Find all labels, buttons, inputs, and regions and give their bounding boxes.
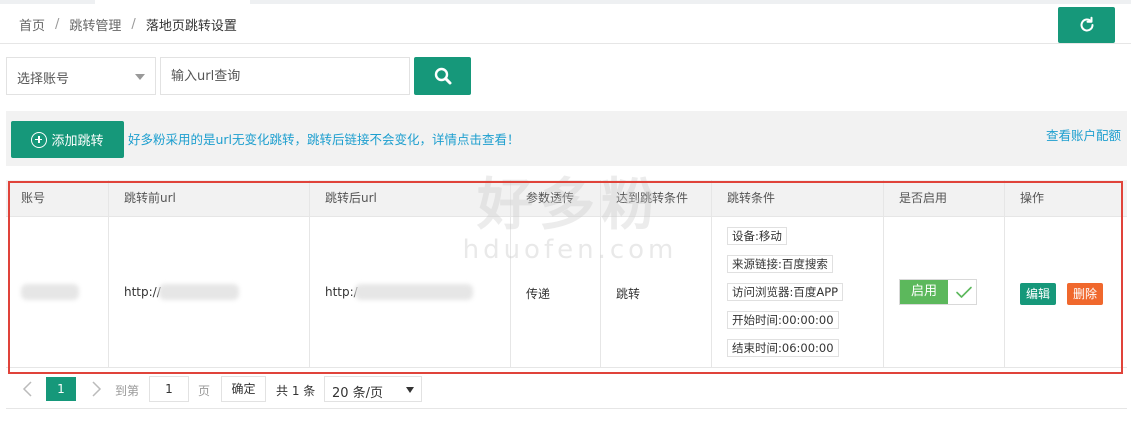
enabled-toggle[interactable]: 启用 <box>899 279 977 305</box>
page-size-select[interactable]: 20 条/页 <box>324 376 422 402</box>
goto-label: 到第 <box>115 384 140 398</box>
action-toolbar: 添加跳转 好多粉采用的是url无变化跳转，跳转后链接不会变化，详情点击查看！ 查… <box>6 111 1127 166</box>
total-count: 共 1 条 <box>276 384 316 398</box>
plus-circle-icon <box>31 131 48 148</box>
pagination: 1 到第 页 确定 共 1 条 20 条/页 <box>6 373 1127 409</box>
chevron-down-icon <box>135 74 145 80</box>
page-size-value: 20 条/页 <box>332 386 384 401</box>
search-button[interactable] <box>414 57 471 95</box>
cell-trigger: 跳转 <box>601 217 712 368</box>
column-header-enabled: 是否启用 <box>884 180 1005 217</box>
account-select[interactable]: 选择账号 <box>6 57 156 95</box>
goto-page-input[interactable] <box>149 376 189 402</box>
condition-tag: 访问浏览器:百度APP <box>727 283 844 301</box>
trigger-value: 跳转 <box>616 287 641 301</box>
cell-actions: 编辑 删除 <box>1005 217 1127 368</box>
column-header-trigger: 达到跳转条件 <box>601 180 712 217</box>
condition-tag: 设备:移动 <box>727 227 787 245</box>
add-redirect-button[interactable]: 添加跳转 <box>11 121 124 158</box>
column-header-actions: 操作 <box>1020 191 1045 205</box>
breadcrumb: 首页 / 跳转管理 / 落地页跳转设置 <box>19 14 237 34</box>
column-header-account: 账号 <box>6 180 109 217</box>
cell-after-url: http:/ <box>310 217 511 368</box>
condition-tag: 结束时间:06:00:00 <box>727 339 839 357</box>
after-url-value: http:/ <box>325 285 358 299</box>
search-icon <box>434 67 451 85</box>
view-quota-link[interactable]: 查看账户配额 <box>1046 125 1121 144</box>
enabled-toggle-label: 启用 <box>900 280 948 304</box>
top-tab-strip <box>0 0 1131 4</box>
before-url-value: http:// <box>124 285 161 299</box>
column-header-param-pass: 参数透传 <box>511 180 601 217</box>
column-header-conditions: 跳转条件 <box>712 180 884 217</box>
redirect-table: 账号 跳转前url 跳转后url 参数透传 达到跳转条件 跳转条件 是否启用 操… <box>6 180 1127 370</box>
info-notice-link[interactable]: 好多粉采用的是url无变化跳转，跳转后链接不会变化，详情点击查看！ <box>128 129 520 148</box>
add-redirect-label: 添加跳转 <box>51 134 104 149</box>
breadcrumb-current: 落地页跳转设置 <box>145 18 237 34</box>
cell-enabled: 启用 <box>884 217 1005 368</box>
edit-button[interactable]: 编辑 <box>1020 283 1057 305</box>
cell-conditions: 设备:移动 来源链接:百度搜索 访问浏览器:百度APP 开始时间:00:00:0… <box>712 217 884 368</box>
page-label: 页 <box>198 384 211 398</box>
breadcrumb-separator: / <box>55 16 60 32</box>
breadcrumb-home[interactable]: 首页 <box>19 15 45 34</box>
refresh-icon <box>1080 16 1093 32</box>
delete-button[interactable]: 删除 <box>1067 283 1104 305</box>
table-header: 账号 跳转前url 跳转后url 参数透传 达到跳转条件 跳转条件 是否启用 操… <box>6 180 1127 217</box>
cell-before-url: http:// <box>109 217 310 368</box>
cell-param-pass: 传递 <box>511 217 601 368</box>
table-row: http:// http:/ 传递 跳转 设备:移动 来源链接:百度搜索 访问浏… <box>6 217 1127 368</box>
refresh-button[interactable] <box>1058 7 1115 43</box>
condition-tag: 来源链接:百度搜索 <box>727 255 833 273</box>
chevron-right-icon[interactable] <box>88 379 104 399</box>
header-divider <box>0 43 1131 44</box>
goto-confirm-button[interactable]: 确定 <box>221 376 266 402</box>
breadcrumb-separator: / <box>131 16 136 32</box>
column-header-after-url: 跳转后url <box>310 180 511 217</box>
param-pass-value: 传递 <box>526 287 551 301</box>
chevron-down-icon <box>406 387 414 393</box>
active-tab-ghost <box>95 0 250 4</box>
redacted-before-url <box>159 284 239 300</box>
column-header-before-url: 跳转前url <box>109 180 310 217</box>
account-select-value: 选择账号 <box>17 72 70 87</box>
checkmark-icon <box>956 286 972 298</box>
url-search-input[interactable] <box>160 57 410 95</box>
breadcrumb-section[interactable]: 跳转管理 <box>69 15 121 34</box>
redacted-after-url <box>355 284 473 300</box>
chevron-left-icon[interactable] <box>20 379 36 399</box>
page-number-current[interactable]: 1 <box>46 377 76 401</box>
redacted-account <box>21 284 79 300</box>
condition-tag: 开始时间:00:00:00 <box>727 311 839 329</box>
cell-account <box>6 217 109 368</box>
